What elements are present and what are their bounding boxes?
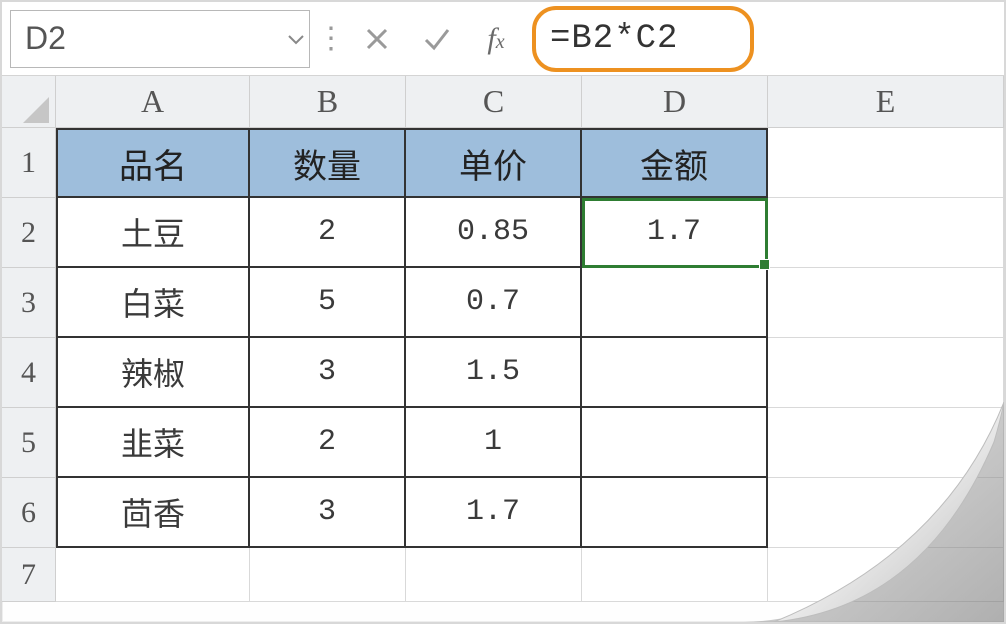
- sheet: A B C D E 1 品名 数量 单价 金额 2 土豆 2 0.85 1.7: [2, 76, 1004, 622]
- table-row: 1 品名 数量 单价 金额: [2, 128, 1004, 198]
- row-header-1[interactable]: 1: [2, 128, 56, 198]
- cell-A3[interactable]: 白菜: [56, 268, 250, 338]
- vertical-dots-icon: ⋮: [316, 10, 346, 68]
- row-header-3[interactable]: 3: [2, 268, 56, 338]
- cell-C4[interactable]: 1.5: [406, 338, 582, 408]
- column-header-B[interactable]: B: [250, 76, 406, 128]
- cell-E4[interactable]: [768, 338, 1004, 408]
- column-header-D[interactable]: D: [582, 76, 768, 128]
- cell-D6[interactable]: [582, 478, 768, 548]
- cell-B5[interactable]: 2: [250, 408, 406, 478]
- row-header-6[interactable]: 6: [2, 478, 56, 548]
- table-row: 4 辣椒 3 1.5: [2, 338, 1004, 408]
- row-header-2[interactable]: 2: [2, 198, 56, 268]
- chevron-down-icon[interactable]: [287, 32, 305, 46]
- table-row: 7: [2, 548, 1004, 602]
- cell-B6[interactable]: 3: [250, 478, 406, 548]
- cell-B2[interactable]: 2: [250, 198, 406, 268]
- formula-tools: ⋮ fx: [316, 10, 524, 68]
- cell-D7[interactable]: [582, 548, 768, 602]
- row-header-5[interactable]: 5: [2, 408, 56, 478]
- cell-A2[interactable]: 土豆: [56, 198, 250, 268]
- cell-C2[interactable]: 0.85: [406, 198, 582, 268]
- table-row: 2 土豆 2 0.85 1.7: [2, 198, 1004, 268]
- cell-C7[interactable]: [406, 548, 582, 602]
- formula-bar: D2 ⋮ fx =B2*C2: [2, 2, 1004, 76]
- select-all-corner[interactable]: [2, 76, 56, 128]
- cell-E5[interactable]: [768, 408, 1004, 478]
- cell-D2[interactable]: 1.7: [582, 198, 768, 268]
- cell-B1[interactable]: 数量: [250, 128, 406, 198]
- column-header-E[interactable]: E: [768, 76, 1004, 128]
- table-row: 6 茴香 3 1.7: [2, 478, 1004, 548]
- row-header-7[interactable]: 7: [2, 548, 56, 602]
- cell-E7[interactable]: [768, 548, 1004, 602]
- cell-A5[interactable]: 韭菜: [56, 408, 250, 478]
- column-header-A[interactable]: A: [56, 76, 250, 128]
- cell-E3[interactable]: [768, 268, 1004, 338]
- cell-A6[interactable]: 茴香: [56, 478, 250, 548]
- cell-A1[interactable]: 品名: [56, 128, 250, 198]
- cell-A7[interactable]: [56, 548, 250, 602]
- cell-D5[interactable]: [582, 408, 768, 478]
- cell-B4[interactable]: 3: [250, 338, 406, 408]
- row-header-4[interactable]: 4: [2, 338, 56, 408]
- rows: 1 品名 数量 单价 金额 2 土豆 2 0.85 1.7 3 白菜 5: [2, 128, 1004, 602]
- cell-C1[interactable]: 单价: [406, 128, 582, 198]
- cancel-button[interactable]: [348, 10, 406, 68]
- cell-E6[interactable]: [768, 478, 1004, 548]
- cell-D4[interactable]: [582, 338, 768, 408]
- table-row: 3 白菜 5 0.7: [2, 268, 1004, 338]
- fx-icon: fx: [487, 22, 504, 56]
- cell-D1[interactable]: 金额: [582, 128, 768, 198]
- cell-C3[interactable]: 0.7: [406, 268, 582, 338]
- enter-button[interactable]: [408, 10, 466, 68]
- app-frame: D2 ⋮ fx =B2*C2 A: [0, 0, 1006, 624]
- column-header-row: A B C D E: [2, 76, 1004, 128]
- formula-input[interactable]: =B2*C2: [550, 20, 678, 58]
- column-header-C[interactable]: C: [406, 76, 582, 128]
- name-box[interactable]: D2: [10, 10, 310, 68]
- insert-function-button[interactable]: fx: [468, 10, 524, 68]
- formula-input-wrap[interactable]: =B2*C2: [530, 10, 996, 68]
- cell-D3[interactable]: [582, 268, 768, 338]
- cell-C5[interactable]: 1: [406, 408, 582, 478]
- cell-E2[interactable]: [768, 198, 1004, 268]
- table-row: 5 韭菜 2 1: [2, 408, 1004, 478]
- name-box-text: D2: [25, 20, 66, 57]
- cell-C6[interactable]: 1.7: [406, 478, 582, 548]
- cell-A4[interactable]: 辣椒: [56, 338, 250, 408]
- cell-B3[interactable]: 5: [250, 268, 406, 338]
- cell-E1[interactable]: [768, 128, 1004, 198]
- cell-B7[interactable]: [250, 548, 406, 602]
